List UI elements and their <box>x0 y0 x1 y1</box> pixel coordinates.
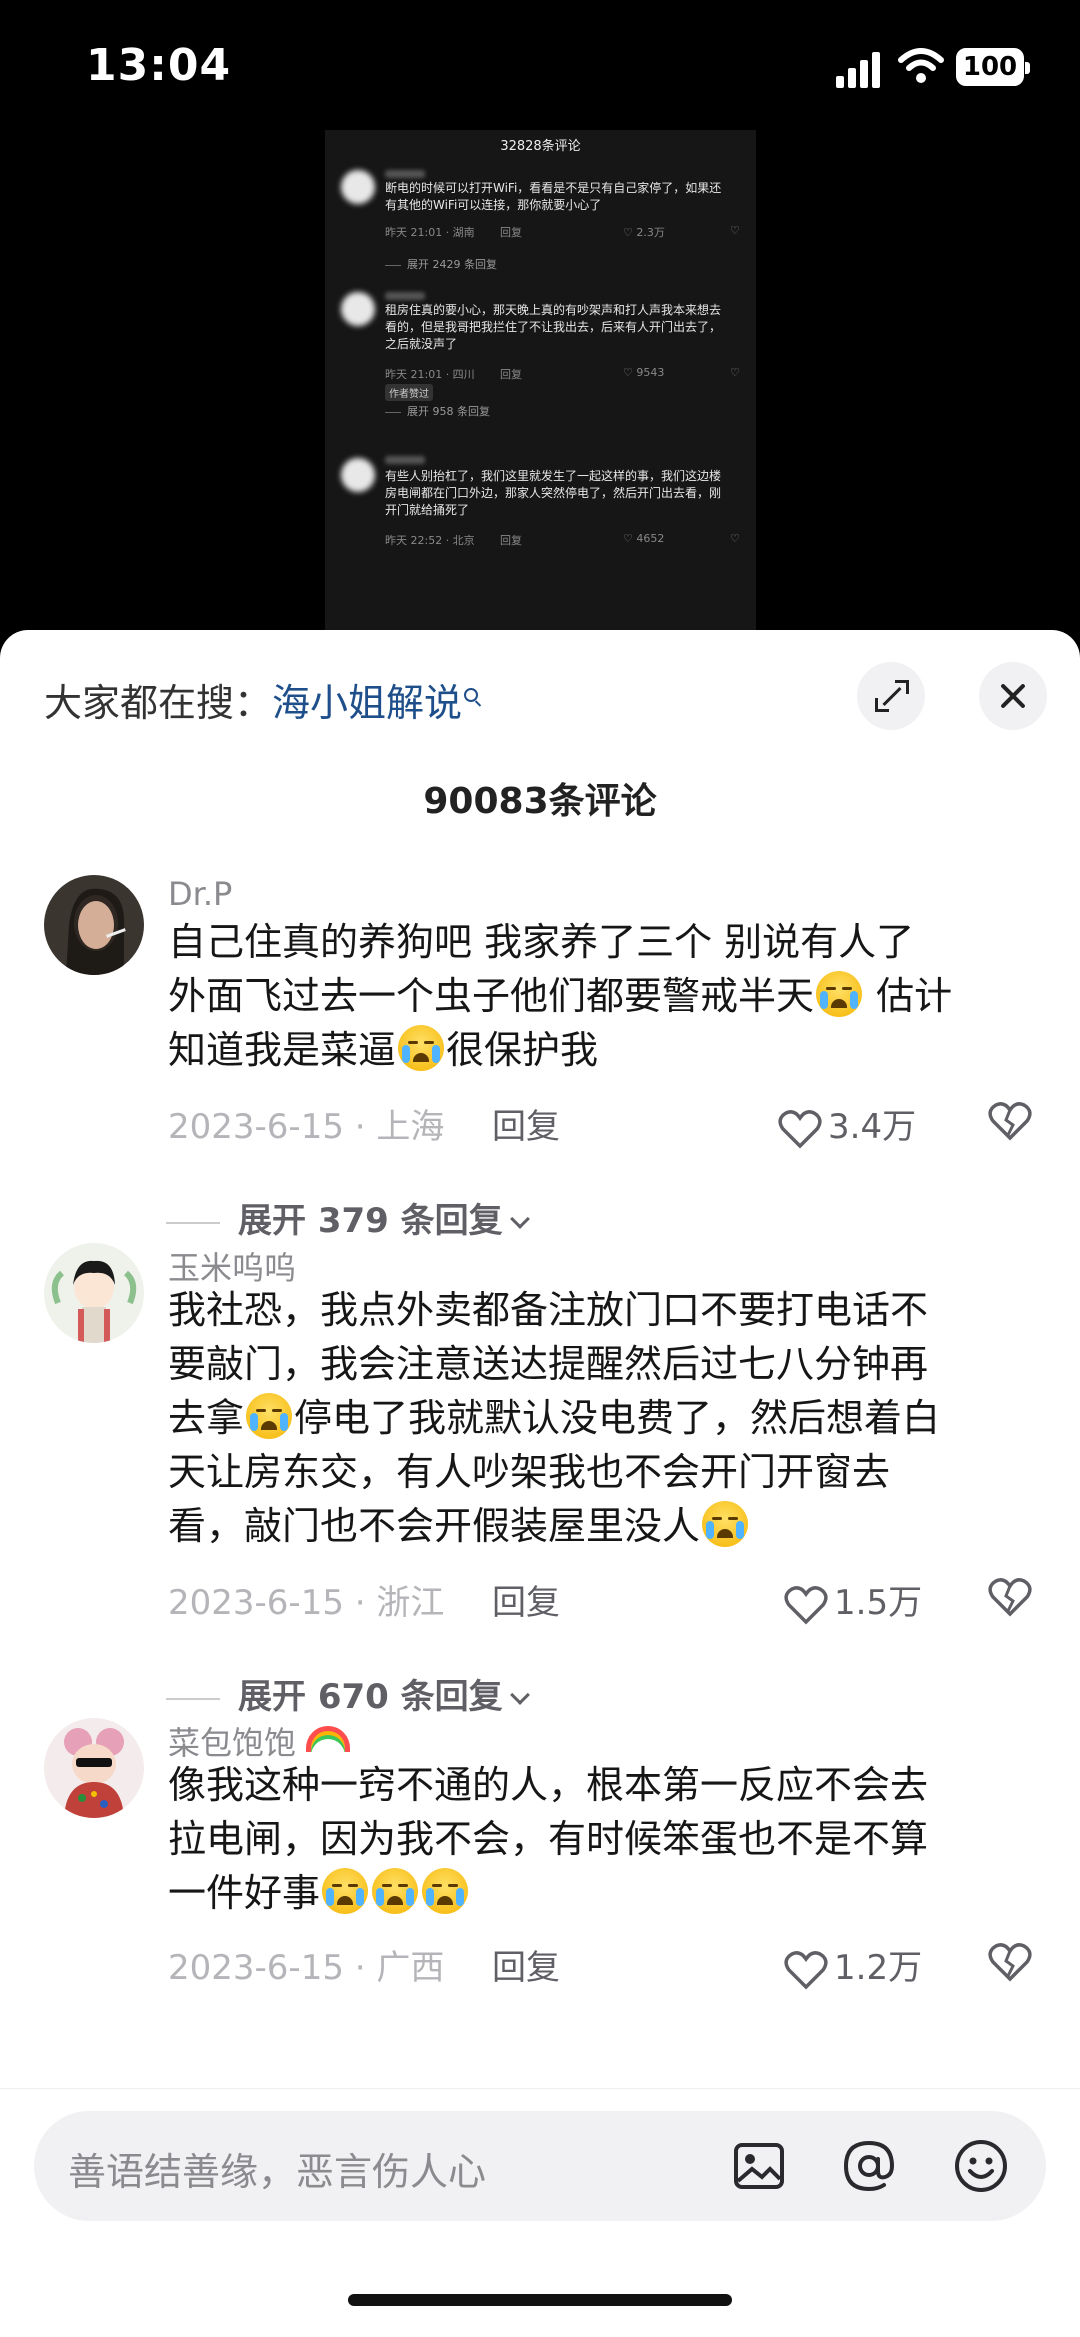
comment-meta: 昨天 22:52 · 北京 回复 ♡ 4652 ♡ <box>385 532 740 547</box>
comment-text: 租房住真的要小心，那天晚上真的有吵架声和打人声我本来想去看的，但是我哥把我拦住了… <box>385 303 722 351</box>
video-comment-count: 32828条评论 <box>500 139 581 154</box>
expand-replies: 展开 958 条回复 <box>385 403 490 419</box>
expand-button[interactable] <box>857 662 925 730</box>
heart-icon <box>778 1109 822 1148</box>
crying-emoji-icon <box>702 1501 749 1547</box>
avatar <box>341 170 375 204</box>
input-placeholder: 善语结善缘，恶言伤人心 <box>68 2150 487 2194</box>
home-indicator[interactable] <box>348 2294 732 2306</box>
reply-button[interactable]: 回复 <box>492 1940 560 1989</box>
search-keyword-link[interactable]: 海小姐解说 <box>272 681 462 725</box>
comment-text: 有些人别抬杠了，我们这里就发生了一起这样的事，我们这边楼房电闸都在门口外边，那家… <box>385 469 722 517</box>
image-icon[interactable] <box>730 2137 788 2195</box>
comment-meta: 2023-6-15 · 广西 回复 1.2万 <box>168 1940 1038 1990</box>
user-name <box>385 292 425 300</box>
dislike-icon[interactable] <box>988 1942 1032 1982</box>
crying-emoji-icon <box>246 1393 293 1439</box>
like-button[interactable]: 1.5万 <box>784 1575 922 1625</box>
at-icon[interactable] <box>840 2137 898 2195</box>
reply-button[interactable]: 回复 <box>492 1099 560 1148</box>
search-prefix: 大家都在搜： <box>44 681 273 725</box>
crying-emoji-icon <box>322 1868 369 1914</box>
user-name[interactable]: Dr.P <box>168 875 232 913</box>
comment-sheet: 大家都在搜：海小姐解说 90083条评论 Dr.P 自己住真的养狗吧 我家养了三… <box>0 630 1080 2337</box>
expand-replies: 展开 2429 条回复 <box>385 256 497 272</box>
expand-replies-button[interactable]: 展开 670 条回复 <box>166 1669 530 1718</box>
like-count: 1.5万 <box>834 1583 923 1623</box>
wifi-icon <box>898 48 944 83</box>
crying-emoji-icon <box>398 1025 445 1071</box>
comment-date: 2023-6-15 · 广西 <box>168 1948 445 1988</box>
magnifier-icon <box>464 688 479 702</box>
comment-text: 断电的时候可以打开WiFi，看看是不是只有自己家停了，如果还有其他的WiFi可以… <box>385 181 722 212</box>
emoji-icon[interactable] <box>952 2137 1010 2195</box>
rainbow-emoji-icon <box>306 1726 351 1752</box>
like-count: 1.2万 <box>834 1948 923 1988</box>
like-button[interactable]: 3.4万 <box>778 1099 916 1149</box>
comment-text: 像我这种一窍不通的人，根本第一反应不会去 拉电闸，因为我不会，有时候笨蛋也不是不… <box>168 1763 929 1915</box>
status-time: 13:04 <box>86 40 232 91</box>
status-bar: 13:04 100 <box>0 0 1080 130</box>
heart-icon <box>784 1585 828 1624</box>
avatar <box>341 458 375 492</box>
avatar <box>341 292 375 326</box>
comment-meta: 2023-6-15 · 上海 回复 3.4万 <box>168 1099 1038 1149</box>
comment-meta: 2023-6-15 · 浙江 回复 1.5万 <box>168 1575 1038 1625</box>
close-button[interactable] <box>979 662 1047 730</box>
avatar[interactable] <box>44 1243 144 1343</box>
comment-input[interactable]: 善语结善缘，恶言伤人心 <box>34 2111 1046 2221</box>
user-name <box>385 170 425 178</box>
heart-icon <box>784 1950 828 1989</box>
comment-count: 90083条评论 <box>423 781 657 822</box>
comment-date: 2023-6-15 · 上海 <box>168 1107 445 1147</box>
reply-button[interactable]: 回复 <box>492 1575 560 1624</box>
search-suggestion[interactable]: 大家都在搜：海小姐解说 <box>44 672 479 727</box>
avatar[interactable] <box>44 875 144 975</box>
chevron-down-icon <box>509 1685 530 1705</box>
signal-icon <box>836 50 886 88</box>
author-liked-tag: 作者赞过 <box>385 384 433 401</box>
comment-date: 2023-6-15 · 浙江 <box>168 1583 445 1623</box>
expand-replies-button[interactable]: 展开 379 条回复 <box>166 1193 530 1242</box>
comment-text: 自己住真的养狗吧 我家养了三个 别说有人了 外面飞过去一个虫子他们都要警戒半天 … <box>168 920 953 1072</box>
video-preview[interactable]: 32828条评论 断电的时候可以打开WiFi，看看是不是只有自己家停了，如果还有… <box>325 130 756 630</box>
crying-emoji-icon <box>372 1868 419 1914</box>
crying-emoji-icon <box>816 971 863 1017</box>
dislike-icon[interactable] <box>988 1101 1032 1141</box>
comment-meta: 昨天 21:01 · 四川 回复 ♡ 9543 ♡ <box>385 366 740 381</box>
battery-icon: 100 <box>956 48 1030 86</box>
crying-emoji-icon <box>422 1868 469 1914</box>
like-button[interactable]: 1.2万 <box>784 1940 922 1990</box>
dislike-icon[interactable] <box>988 1577 1032 1617</box>
comment-meta: 昨天 21:01 · 湖南 回复 ♡ 2.3万 ♡ <box>385 224 740 239</box>
comment-text: 我社恐，我点外卖都备注放门口不要打电话不 要敲门，我会注意送达提醒然后过七八分钟… <box>168 1288 941 1548</box>
like-count: 3.4万 <box>828 1107 917 1147</box>
user-name <box>385 456 425 464</box>
avatar[interactable] <box>44 1718 144 1818</box>
chevron-down-icon <box>509 1209 530 1229</box>
